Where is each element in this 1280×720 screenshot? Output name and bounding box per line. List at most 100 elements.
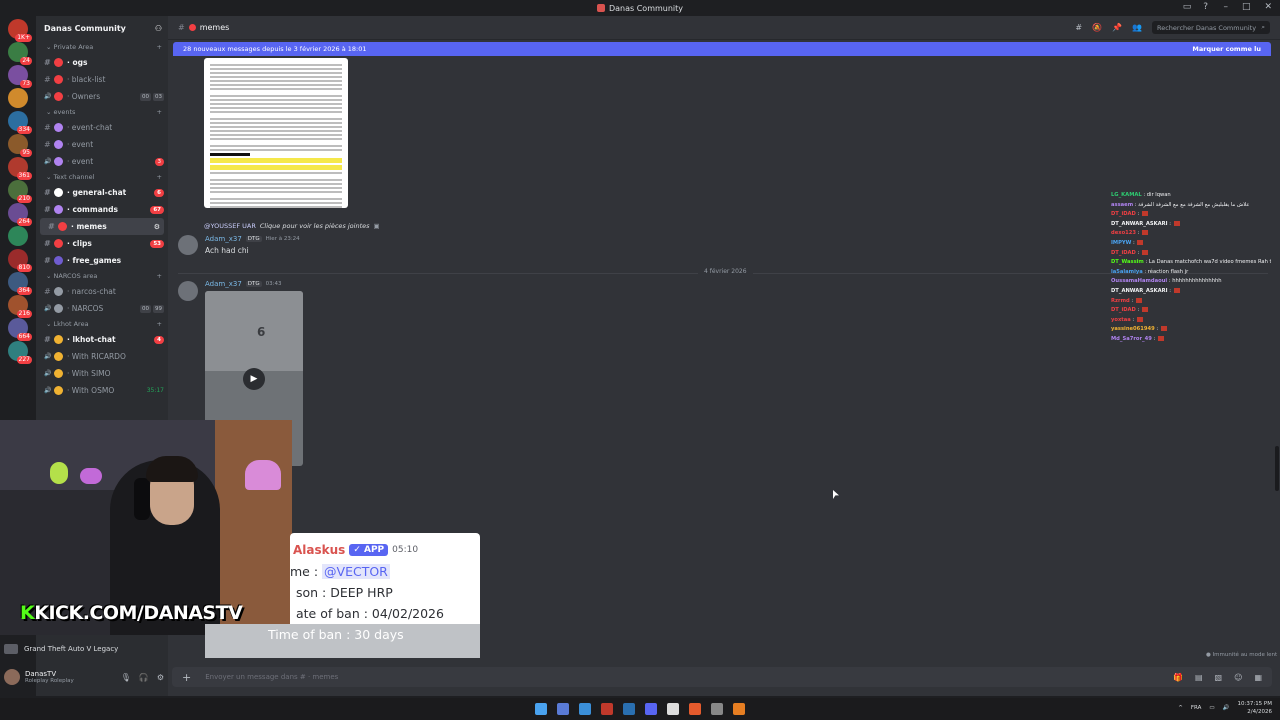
- avatar[interactable]: [178, 281, 198, 301]
- plus-icon[interactable]: +: [182, 671, 191, 684]
- apps-icon[interactable]: ▦: [1254, 673, 1262, 682]
- server-icon[interactable]: 334: [8, 111, 32, 134]
- help-icon[interactable]: ?: [1203, 2, 1208, 12]
- channel-item[interactable]: # · lkhot-chat 4: [36, 331, 168, 348]
- app-icon[interactable]: [601, 703, 613, 715]
- message-author[interactable]: Adam_x37: [205, 235, 242, 243]
- add-member-icon[interactable]: ⚇: [155, 24, 162, 33]
- server-icon[interactable]: [8, 226, 28, 246]
- app-icon[interactable]: [733, 703, 745, 715]
- channel-category[interactable]: ⌄ Text channel +: [36, 170, 168, 184]
- channel-item[interactable]: 🔊 · NARCOS 00 99: [36, 300, 168, 317]
- add-channel-icon[interactable]: +: [157, 43, 162, 51]
- user-panel: DanasTV Roleplay Roleplay 🎙 🎧 ⚙: [4, 664, 164, 690]
- server-icon[interactable]: 264: [8, 203, 32, 226]
- volume-icon[interactable]: 🔊: [1223, 705, 1230, 711]
- windows-start-icon[interactable]: [535, 703, 547, 715]
- mark-read-button[interactable]: Marquer comme lu: [1192, 45, 1261, 53]
- server-icon[interactable]: 73: [8, 65, 32, 88]
- language-indicator[interactable]: FRA: [1191, 705, 1202, 711]
- message-author[interactable]: Adam_x37: [205, 280, 242, 288]
- members-icon[interactable]: 👥: [1132, 23, 1142, 32]
- sticker-icon[interactable]: ▧: [1215, 673, 1223, 682]
- server-icon[interactable]: 95: [8, 134, 32, 157]
- rockstar-icon[interactable]: [711, 703, 723, 715]
- server-header[interactable]: Danas Community ⚇: [36, 16, 168, 40]
- chat-separator: :: [1135, 249, 1141, 256]
- server-icon[interactable]: 364: [8, 272, 32, 295]
- server-icon[interactable]: 664: [8, 318, 32, 341]
- channel-item[interactable]: # · ogs: [36, 54, 168, 71]
- server-icon[interactable]: 24: [8, 42, 32, 65]
- gift-icon[interactable]: 🎁: [1173, 673, 1183, 682]
- pin-icon[interactable]: 📌: [1112, 23, 1122, 32]
- channel-emoji-icon: [188, 24, 196, 31]
- inbox-icon[interactable]: ▭: [1183, 2, 1192, 12]
- add-channel-icon[interactable]: +: [157, 272, 162, 280]
- channel-item[interactable]: # · commands 67: [36, 201, 168, 218]
- channel-category[interactable]: ⌄ Lkhot Area +: [36, 317, 168, 331]
- server-icon[interactable]: 210: [8, 180, 32, 203]
- activity-panel[interactable]: Grand Theft Auto V Legacy: [4, 638, 164, 660]
- microphone-icon[interactable]: 🎙: [121, 673, 131, 682]
- channel-category[interactable]: ⌄ Private Area +: [36, 40, 168, 54]
- play-icon[interactable]: ▶: [243, 368, 265, 390]
- server-icon[interactable]: 810: [8, 249, 32, 272]
- document-text-line: [210, 95, 342, 97]
- server-icon[interactable]: 361: [8, 157, 32, 180]
- channel-category[interactable]: ⌄ NARCOS area +: [36, 269, 168, 283]
- channel-item[interactable]: 🔊 · Owners 00 03: [36, 88, 168, 105]
- steam-icon[interactable]: [623, 703, 635, 715]
- server-icon[interactable]: [8, 88, 28, 108]
- channel-item[interactable]: 🔊 · With SIMO: [36, 365, 168, 382]
- reply-reference[interactable]: @YOUSSEF UAR Clique pour voir les pièces…: [204, 222, 380, 230]
- search-input[interactable]: Rechercher Danas Community ⌕: [1152, 21, 1270, 34]
- server-icon[interactable]: 216: [8, 295, 32, 318]
- headphones-icon[interactable]: 🎧: [139, 673, 149, 682]
- brave-icon[interactable]: [689, 703, 701, 715]
- server-icon[interactable]: 227: [8, 341, 32, 364]
- document-attachment[interactable]: [204, 58, 348, 208]
- minimize-icon[interactable]: –: [1223, 2, 1228, 12]
- server-icon[interactable]: 1K+: [8, 19, 32, 42]
- message-composer[interactable]: + Envoyer un message dans # · memes 🎁 ▤ …: [172, 667, 1272, 687]
- clock[interactable]: 10:37:15 PM 2/4/2026: [1237, 700, 1272, 716]
- channel-item[interactable]: # · memes ⚙: [40, 218, 164, 235]
- channel-item[interactable]: # · event-chat: [36, 119, 168, 136]
- channel-settings-icon[interactable]: ⚙: [154, 223, 160, 231]
- channel-item[interactable]: # · narcos-chat: [36, 283, 168, 300]
- channel-item[interactable]: 🔊 · event 3: [36, 153, 168, 170]
- network-icon[interactable]: ▭: [1209, 705, 1214, 711]
- settings-icon[interactable]: ⚙: [157, 673, 164, 682]
- channel-item[interactable]: 🔊 · With RICARDO: [36, 348, 168, 365]
- emoji-icon[interactable]: ☺: [1234, 673, 1242, 682]
- channel-item[interactable]: # · black-list: [36, 71, 168, 88]
- add-channel-icon[interactable]: +: [157, 173, 162, 181]
- channel-item[interactable]: # · clips 53: [36, 235, 168, 252]
- edge-icon[interactable]: [579, 703, 591, 715]
- close-icon[interactable]: ✕: [1264, 2, 1272, 12]
- threads-icon[interactable]: #: [1075, 23, 1082, 32]
- discord-icon[interactable]: [645, 703, 657, 715]
- channel-category[interactable]: ⌄ events +: [36, 105, 168, 119]
- channel-item[interactable]: 🔊 · With OSMO 35:17: [36, 382, 168, 399]
- new-messages-bar[interactable]: 28 nouveaux messages depuis le 3 février…: [173, 42, 1271, 56]
- maximize-icon[interactable]: □: [1242, 2, 1251, 12]
- scrollbar[interactable]: [1275, 446, 1279, 491]
- reply-mention[interactable]: @YOUSSEF UAR: [204, 222, 256, 230]
- channel-item[interactable]: # · event: [36, 136, 168, 153]
- add-channel-icon[interactable]: +: [157, 320, 162, 328]
- channel-item[interactable]: # · free_games: [36, 252, 168, 269]
- chevron-up-icon[interactable]: ^: [1178, 705, 1183, 711]
- gif-icon[interactable]: ▤: [1195, 673, 1203, 682]
- hash-icon: #: [44, 123, 51, 132]
- obs-icon[interactable]: [667, 703, 679, 715]
- mute-bell-icon[interactable]: 🔕: [1092, 23, 1102, 32]
- document-text-line: [210, 158, 342, 163]
- channel-item[interactable]: # · general-chat 6: [36, 184, 168, 201]
- file-explorer-icon[interactable]: [557, 703, 569, 715]
- add-channel-icon[interactable]: +: [157, 108, 162, 116]
- avatar[interactable]: [4, 669, 20, 685]
- stream-chat-row: assaem : علاش ما يقلبليش مع الشرفة مع مع…: [1111, 201, 1271, 211]
- avatar[interactable]: [178, 235, 198, 255]
